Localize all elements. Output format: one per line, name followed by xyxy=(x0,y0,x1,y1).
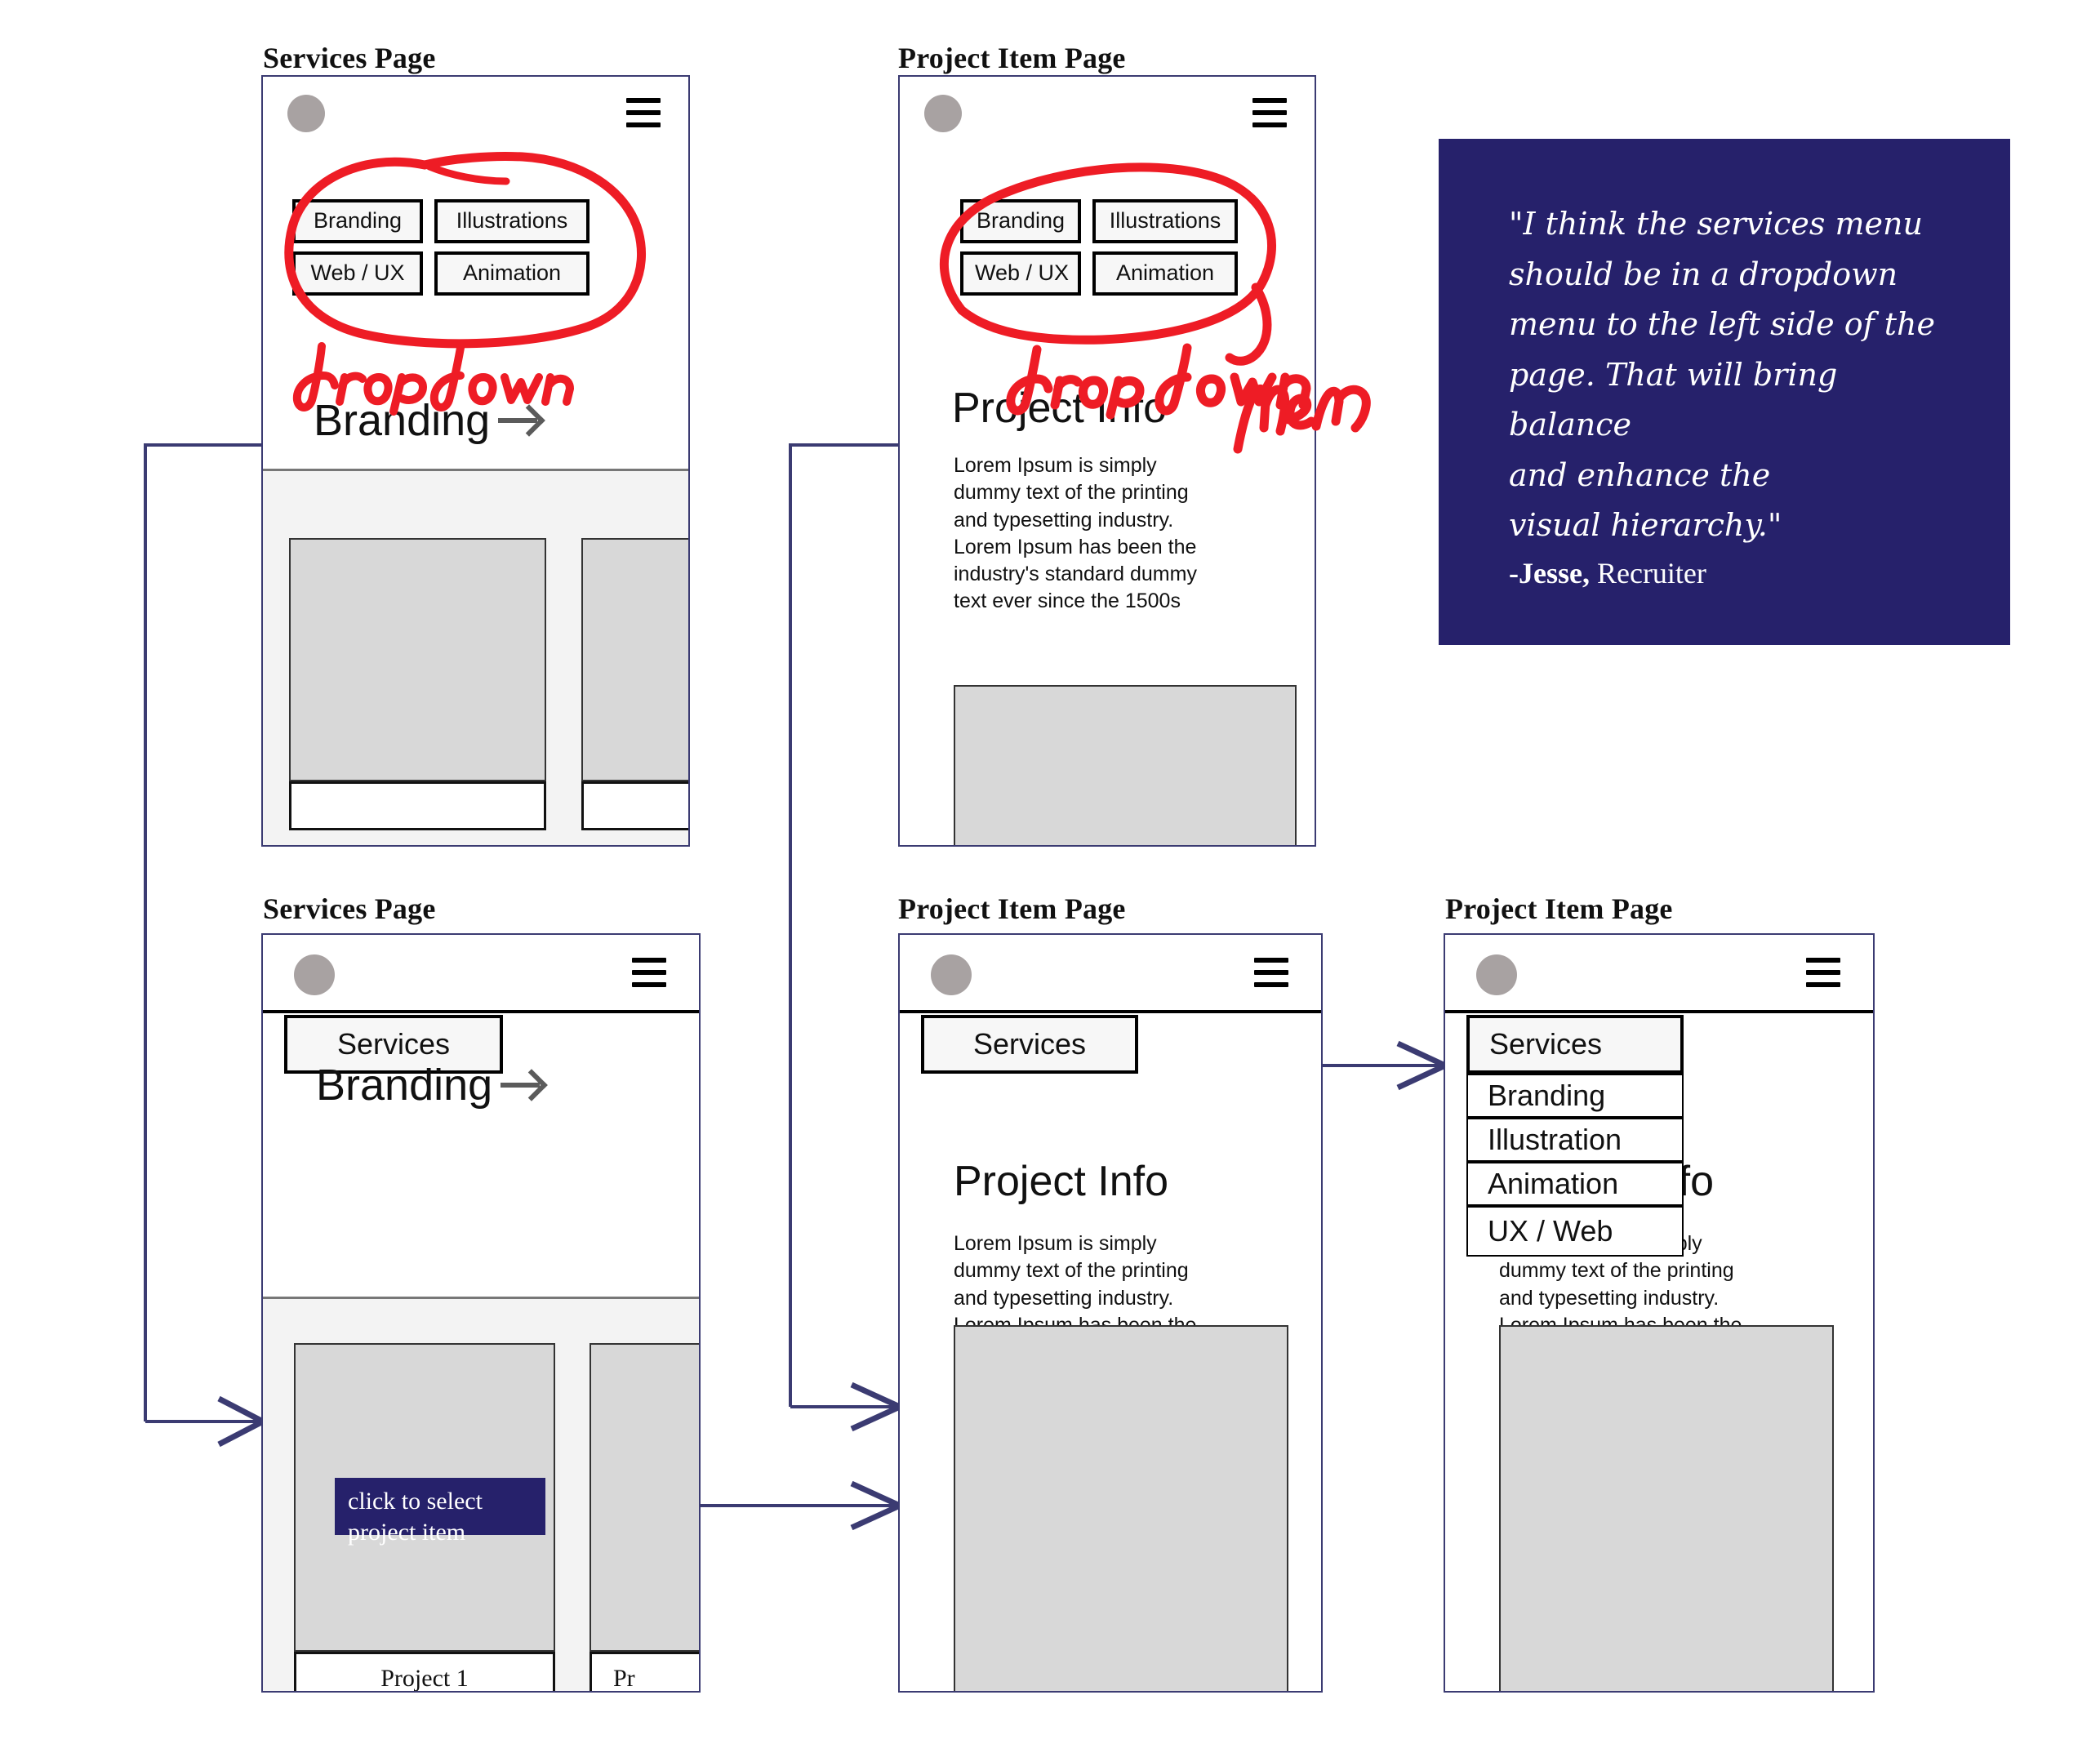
project-card-2-thumb[interactable] xyxy=(581,538,688,781)
service-chip-branding[interactable]: Branding xyxy=(292,199,423,243)
frame-title-project-top: Project Item Page xyxy=(898,42,1126,74)
logo-circle-icon xyxy=(931,954,972,995)
service-chip-grid: Branding Illustrations Web / UX Animatio… xyxy=(960,199,1238,296)
page-topbar xyxy=(900,77,1315,147)
frame-title-services-top: Services Page xyxy=(263,42,436,74)
page-topbar xyxy=(1445,935,1873,1013)
frame-project-bottom-right: Project Info Lorem Ipsum is simply dummy… xyxy=(1444,933,1875,1693)
service-chip-illustrations[interactable]: Illustrations xyxy=(1092,199,1238,243)
dropdown-item-branding[interactable]: Branding xyxy=(1466,1074,1684,1118)
frame-services-top: Branding Illustrations Web / UX Animatio… xyxy=(261,75,690,847)
project-info-heading: Project Info xyxy=(952,385,1168,432)
dropdown-item-services[interactable]: Services xyxy=(1466,1015,1684,1074)
service-chip-web-ux[interactable]: Web / UX xyxy=(960,251,1081,296)
wireframe-canvas: Services Page Branding Illustrations Web… xyxy=(0,0,2100,1744)
project-card-1-footer[interactable]: Project 1 xyxy=(294,1652,555,1691)
frame-project-bottom-mid: Services Project Info Lorem Ipsum is sim… xyxy=(898,933,1323,1693)
section-heading-branding: Branding xyxy=(314,395,542,446)
frame-title-project-bottom-right: Project Item Page xyxy=(1445,892,1673,925)
logo-circle-icon xyxy=(924,95,962,132)
section-heading-label: Branding xyxy=(316,1061,493,1110)
hamburger-menu-icon[interactable] xyxy=(1252,98,1287,127)
service-chip-grid: Branding Illustrations Web / UX Animatio… xyxy=(292,199,590,296)
page-topbar xyxy=(263,77,688,147)
service-chip-branding[interactable]: Branding xyxy=(960,199,1081,243)
project-hero-image[interactable] xyxy=(954,1325,1288,1691)
project-card-1-footer[interactable] xyxy=(289,781,546,830)
project-info-heading: Project Info xyxy=(954,1158,1169,1205)
section-heading-branding: Branding xyxy=(316,1060,545,1110)
logo-circle-icon xyxy=(294,954,335,995)
project-card-1-thumb[interactable] xyxy=(289,538,546,781)
quote-attribution: -Jesse, Recruiter xyxy=(1509,556,1956,590)
services-dropdown-button[interactable]: Services xyxy=(921,1015,1138,1074)
quote-attribution-role: Recruiter xyxy=(1596,556,1706,589)
hamburger-menu-icon[interactable] xyxy=(626,98,661,127)
project-card-2-footer[interactable]: Pr xyxy=(590,1652,699,1691)
callout-click-to-select-project-item: click to select project item xyxy=(335,1478,545,1546)
frame-services-bottom: Services Branding Project 1 Pr xyxy=(261,933,701,1693)
service-chip-illustrations[interactable]: Illustrations xyxy=(434,199,590,243)
hamburger-menu-icon[interactable] xyxy=(632,958,666,987)
dropdown-item-illustration[interactable]: Illustration xyxy=(1466,1118,1684,1162)
logo-circle-icon xyxy=(1476,954,1517,995)
quote-card: "I think the services menu should be in … xyxy=(1439,139,2010,645)
page-topbar xyxy=(263,935,699,1013)
frame-title-project-bottom-mid: Project Item Page xyxy=(898,892,1126,925)
logo-circle-icon xyxy=(287,95,325,132)
project-hero-image[interactable] xyxy=(954,685,1297,845)
hamburger-menu-icon[interactable] xyxy=(1254,958,1288,987)
service-chip-web-ux[interactable]: Web / UX xyxy=(292,251,423,296)
arrow-right-icon xyxy=(501,1071,545,1099)
quote-attribution-name: -Jesse, xyxy=(1509,556,1590,589)
project-hero-image[interactable] xyxy=(1499,1325,1834,1691)
arrow-right-icon xyxy=(498,407,542,434)
project-card-2-thumb[interactable] xyxy=(590,1343,699,1652)
hamburger-menu-icon[interactable] xyxy=(1806,958,1840,987)
section-heading-label: Branding xyxy=(314,396,491,445)
quote-text: "I think the services menu should be in … xyxy=(1509,206,1935,544)
frame-project-top: Branding Illustrations Web / UX Animatio… xyxy=(898,75,1316,847)
page-topbar xyxy=(900,935,1321,1013)
dropdown-item-ux-web[interactable]: UX / Web xyxy=(1466,1206,1684,1257)
project-info-body: Lorem Ipsum is simply dummy text of the … xyxy=(954,454,1197,613)
service-chip-animation[interactable]: Animation xyxy=(1092,251,1238,296)
services-dropdown-open: Services Branding Illustration Animation… xyxy=(1466,1015,1684,1257)
dropdown-item-animation[interactable]: Animation xyxy=(1466,1162,1684,1206)
project-card-2-footer[interactable] xyxy=(581,781,688,830)
frame-title-services-bottom: Services Page xyxy=(263,892,436,925)
service-chip-animation[interactable]: Animation xyxy=(434,251,590,296)
